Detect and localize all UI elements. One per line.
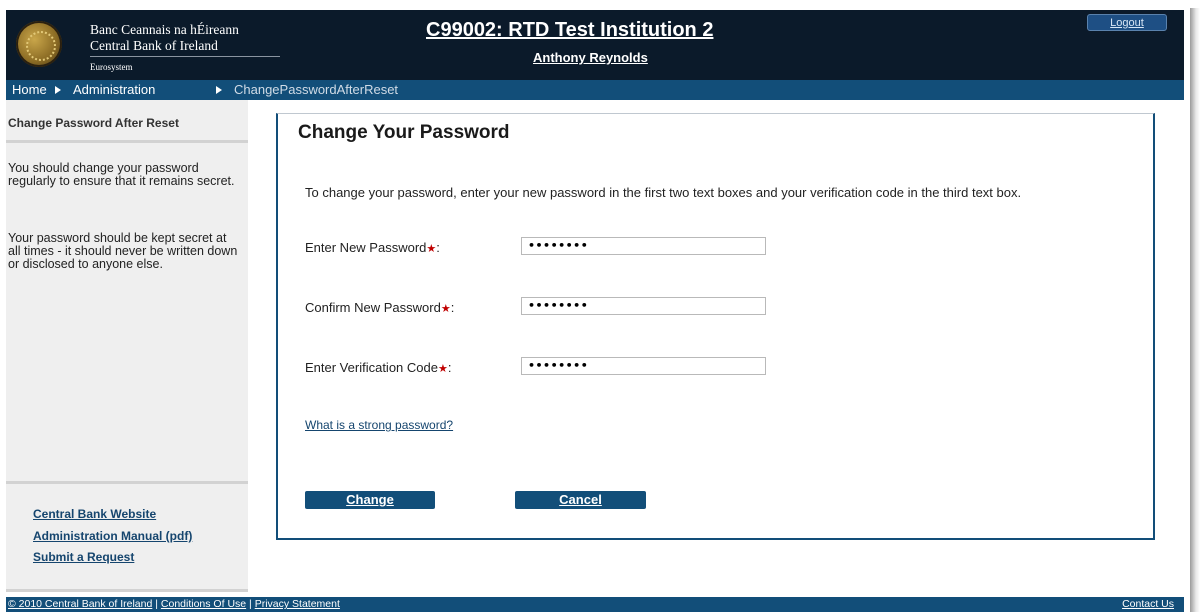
required-star-icon: ★ <box>440 303 451 315</box>
chevron-right-icon <box>55 86 61 94</box>
conditions-of-use-link[interactable]: Conditions Of Use <box>161 598 246 610</box>
sidebar-title: Change Password After Reset <box>8 116 179 130</box>
central-bank-website-link[interactable]: Central Bank Website <box>33 507 156 521</box>
logout-button[interactable]: Logout <box>1087 14 1167 31</box>
verification-code-label: Enter Verification Code★: <box>305 360 451 375</box>
sidebar-header: Change Password After Reset <box>6 110 248 140</box>
new-password-input[interactable]: •••••••• <box>521 237 766 255</box>
submit-request-link[interactable]: Submit a Request <box>33 550 134 564</box>
confirm-password-label: Confirm New Password★: <box>305 300 454 315</box>
field-label-text: Enter Verification Code <box>305 360 438 375</box>
bank-name-english: Central Bank of Ireland <box>90 38 218 53</box>
window-shadow <box>1190 8 1200 612</box>
breadcrumb-home[interactable]: Home <box>12 82 47 97</box>
sidebar: Change Password After Reset You should c… <box>6 100 248 592</box>
strong-password-help-link[interactable]: What is a strong password? <box>305 418 453 432</box>
required-star-icon: ★ <box>426 243 437 255</box>
verification-code-input[interactable]: •••••••• <box>521 357 766 375</box>
sidebar-divider <box>6 481 248 484</box>
breadcrumb-administration[interactable]: Administration <box>73 82 155 97</box>
chevron-right-icon <box>216 86 222 94</box>
central-bank-seal-logo <box>16 21 62 67</box>
footer-separator: | <box>155 598 158 610</box>
label-colon: : <box>447 360 452 375</box>
change-button[interactable]: Change <box>305 491 435 509</box>
contact-us-link[interactable]: Contact Us <box>1122 598 1174 610</box>
administration-manual-link[interactable]: Administration Manual (pdf) <box>33 529 192 543</box>
sidebar-divider <box>6 589 248 592</box>
bank-name-irish: Banc Ceannais na hÉireann <box>90 22 239 37</box>
cancel-button[interactable]: Cancel <box>515 491 646 509</box>
breadcrumb: Home Administration ChangePasswordAfterR… <box>6 80 1184 100</box>
breadcrumb-current: ChangePasswordAfterReset <box>234 82 399 97</box>
logo-divider <box>90 56 280 57</box>
page-frame: Banc Ceannais na hÉireann Central Bank o… <box>0 0 1190 612</box>
confirm-password-input[interactable]: •••••••• <box>521 297 766 315</box>
label-colon: : <box>450 300 455 315</box>
label-colon: : <box>436 240 440 255</box>
sidebar-info-paragraph: You should change your password regularl… <box>8 161 235 188</box>
eurosystem-label: Eurosystem <box>90 62 133 72</box>
site-header: Banc Ceannais na hÉireann Central Bank o… <box>6 10 1184 80</box>
new-password-label: Enter New Password★: <box>305 240 440 255</box>
field-label-text: Enter New Password <box>305 240 427 255</box>
page-title: Change Your Password <box>298 122 510 143</box>
field-label-text: Confirm New Password <box>305 300 441 315</box>
instructions-text: To change your password, enter your new … <box>305 185 1022 200</box>
sidebar-info-paragraph: Your password should be kept secret at a… <box>8 231 238 271</box>
change-password-panel: Change Your Password To change your pass… <box>276 113 1155 540</box>
required-star-icon: ★ <box>437 363 448 375</box>
privacy-statement-link[interactable]: Privacy Statement <box>255 598 340 610</box>
institution-title[interactable]: C99002: RTD Test Institution 2 <box>426 19 796 42</box>
copyright-link[interactable]: © 2010 Central Bank of Ireland <box>8 598 152 610</box>
sidebar-divider <box>6 140 248 143</box>
site-footer: © 2010 Central Bank of Ireland | Conditi… <box>6 597 1184 612</box>
footer-separator: | <box>249 598 252 610</box>
footer-links: © 2010 Central Bank of Ireland | Conditi… <box>8 598 340 610</box>
user-name-link[interactable]: Anthony Reynolds <box>533 50 648 65</box>
